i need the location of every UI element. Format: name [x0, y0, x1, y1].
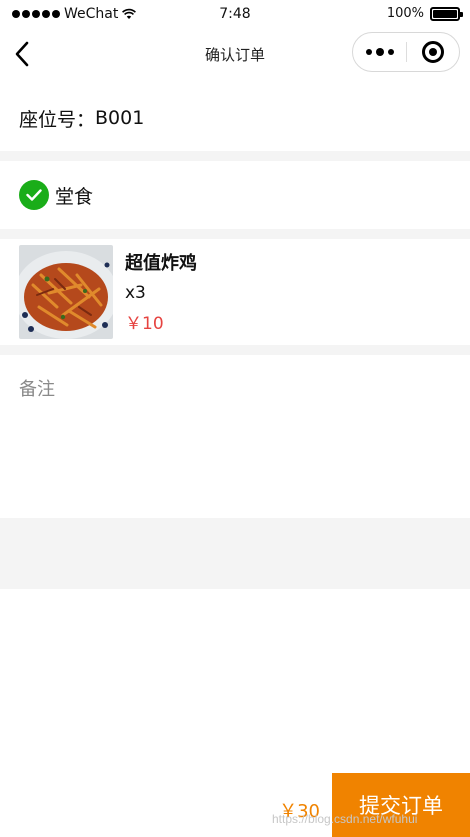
- food-image: [19, 245, 113, 339]
- item-price: ￥10: [125, 314, 164, 334]
- status-bar: WeChat 7:48 100%: [0, 0, 470, 30]
- mini-program-capsule: [352, 32, 460, 72]
- close-mini-program-button[interactable]: [407, 33, 459, 71]
- target-icon: [421, 41, 444, 63]
- section-divider: [0, 151, 470, 161]
- item-quantity: x3: [125, 283, 146, 303]
- dine-type-option[interactable]: 堂食: [0, 161, 470, 229]
- item-info: 超值炸鸡 x3 ￥10: [125, 245, 197, 334]
- battery-icon: [430, 6, 463, 21]
- note-input[interactable]: [19, 375, 451, 498]
- order-item: 超值炸鸡 x3 ￥10: [0, 239, 470, 345]
- bottom-bar: ￥30 提交订单: [0, 773, 470, 837]
- check-icon: [19, 180, 49, 210]
- nav-bar: 确认订单: [0, 30, 470, 78]
- battery-percent: 100%: [386, 6, 424, 21]
- section-divider: [0, 518, 470, 589]
- seat-value: B001: [95, 107, 145, 129]
- submit-order-button[interactable]: 提交订单: [332, 773, 470, 837]
- item-name: 超值炸鸡: [125, 253, 197, 274]
- dine-type-label: 堂食: [55, 185, 94, 208]
- status-right: 100%: [386, 6, 463, 21]
- section-divider: [0, 345, 470, 355]
- note-area: [0, 355, 470, 518]
- more-dots-icon: [365, 49, 372, 55]
- seat-row: 座位号： B001: [0, 90, 470, 146]
- total-price: ￥30: [279, 801, 320, 822]
- more-button[interactable]: [353, 33, 406, 71]
- section-divider: [0, 229, 470, 239]
- watermark: https://blog.csdn.net/wfuhui: [272, 812, 418, 826]
- seat-label: 座位号：: [19, 108, 96, 131]
